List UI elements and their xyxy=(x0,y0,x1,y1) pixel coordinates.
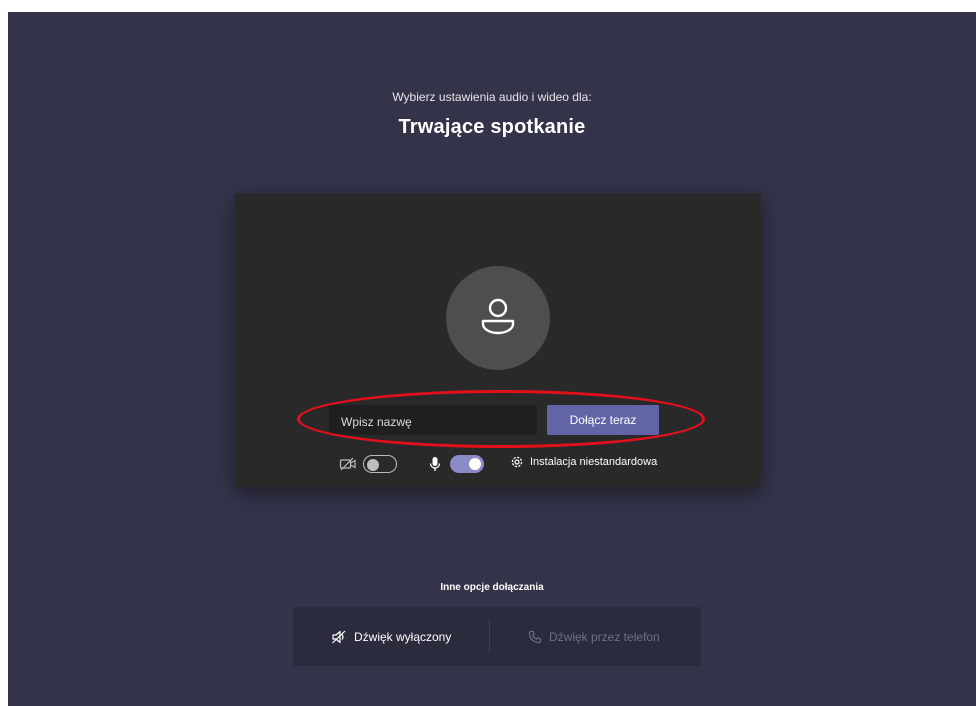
meeting-subtitle: Wybierz ustawienia audio i wideo dla: xyxy=(392,90,592,104)
gear-icon xyxy=(511,456,523,468)
phone-audio-option[interactable]: Dźwięk przez telefon xyxy=(528,607,660,666)
other-join-options: Dźwięk wyłączony Dźwięk przez telefon xyxy=(293,607,701,666)
audio-off-option[interactable]: Dźwięk wyłączony xyxy=(331,607,451,666)
phone-audio-label: Dźwięk przez telefon xyxy=(549,629,660,644)
other-join-options-title: Inne opcje dołączania xyxy=(440,582,544,593)
avatar xyxy=(446,266,550,370)
person-icon xyxy=(481,298,515,335)
camera-off-icon xyxy=(339,457,356,471)
video-preview-panel: Dołącz teraz xyxy=(235,193,761,487)
microphone-icon xyxy=(429,457,441,471)
microphone-toggle[interactable] xyxy=(450,455,484,473)
custom-setup-button[interactable]: Instalacja niestandardowa xyxy=(510,455,657,469)
microphone-control xyxy=(429,455,484,473)
toggle-knob xyxy=(469,458,481,470)
meeting-title: Trwające spotkanie xyxy=(398,116,586,138)
toggle-knob xyxy=(367,459,379,471)
name-input[interactable] xyxy=(329,405,537,435)
camera-toggle[interactable] xyxy=(363,455,397,473)
speaker-off-icon xyxy=(332,630,346,643)
options-divider xyxy=(489,619,490,653)
audio-off-label: Dźwięk wyłączony xyxy=(354,629,452,644)
media-controls: Instalacja niestandardowa xyxy=(235,455,761,479)
pre-join-screen: Wybierz ustawienia audio i wideo dla: Tr… xyxy=(8,12,976,706)
phone-icon xyxy=(528,630,542,643)
join-now-button[interactable]: Dołącz teraz xyxy=(547,405,659,435)
camera-control xyxy=(339,455,397,473)
custom-setup-label: Instalacja niestandardowa xyxy=(530,456,658,468)
